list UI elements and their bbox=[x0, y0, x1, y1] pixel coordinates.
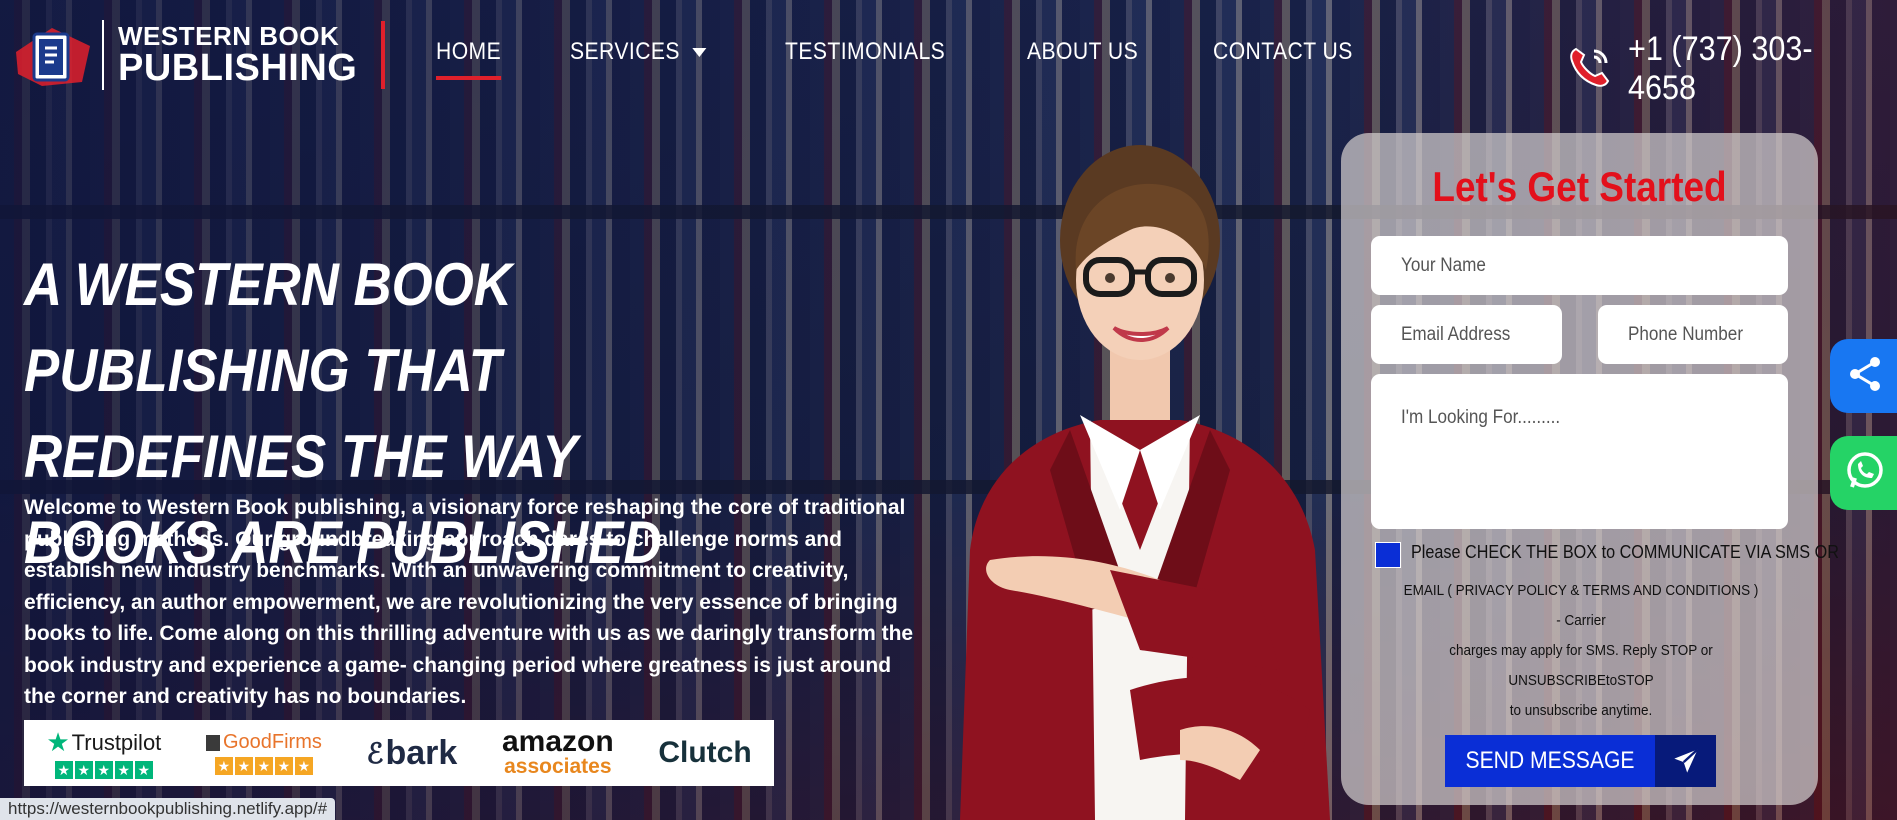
star-icon: ★ bbox=[294, 757, 313, 775]
nav-about-us[interactable]: ABOUT US bbox=[1027, 38, 1138, 66]
bark-label: bark bbox=[385, 733, 458, 772]
goodfirms-label: GoodFirms bbox=[222, 731, 322, 753]
logo-wordmark: WESTERN BOOK PUBLISHING bbox=[118, 23, 357, 87]
main-nav: HOME SERVICES TESTIMONIALS ABOUT US CONT… bbox=[436, 38, 1372, 80]
clutch-badge[interactable]: Clutch bbox=[658, 736, 751, 770]
phone-placeholder: Phone Number bbox=[1628, 323, 1744, 345]
site-logo[interactable]: WESTERN BOOK PUBLISHING bbox=[12, 20, 386, 90]
goodfirms-stars: ★ ★ ★ ★ ★ bbox=[214, 757, 313, 775]
caret-down-icon bbox=[692, 47, 707, 57]
name-input[interactable]: Your Name bbox=[1371, 236, 1788, 295]
whatsapp-icon bbox=[1843, 449, 1887, 498]
logo-line-1: WESTERN BOOK bbox=[118, 21, 340, 51]
nav-contact-us[interactable]: CONTACT US bbox=[1213, 38, 1353, 66]
logo-accent-bar bbox=[381, 21, 386, 89]
message-placeholder: I'm Looking For......... bbox=[1401, 407, 1561, 428]
phone-icon bbox=[1566, 43, 1614, 96]
star-icon: ★ bbox=[214, 757, 233, 775]
logo-book-icon bbox=[12, 22, 94, 88]
nav-home[interactable]: HOME bbox=[436, 38, 502, 80]
nav-about-label: ABOUT US bbox=[1026, 38, 1139, 65]
star-icon: ★ bbox=[134, 761, 153, 779]
nav-testimonials-label: TESTIMONIALS bbox=[784, 38, 946, 65]
send-plane-icon bbox=[1655, 735, 1716, 787]
clutch-label: Clutch bbox=[658, 736, 752, 769]
phone-link[interactable]: +1 (737) 303-4658 bbox=[1566, 30, 1897, 108]
amazon-associates-label: associates bbox=[504, 755, 612, 778]
star-icon: ★ bbox=[274, 757, 293, 775]
send-message-button[interactable]: SEND MESSAGE bbox=[1445, 735, 1716, 787]
bark-badge[interactable]: ℰ bark bbox=[367, 734, 458, 773]
sms-consent-checkbox[interactable] bbox=[1375, 542, 1401, 568]
phone-number: +1 (737) 303-4658 bbox=[1628, 30, 1813, 107]
nav-services-label: SERVICES bbox=[570, 38, 680, 65]
consent-text-line-2: EMAIL ( PRIVACY POLICY & TERMS AND CONDI… bbox=[1403, 582, 1759, 629]
whatsapp-button[interactable] bbox=[1830, 436, 1897, 510]
nav-home-label: HOME bbox=[436, 38, 502, 65]
hero-section: WESTERN BOOK PUBLISHING HOME SERVICES TE… bbox=[0, 0, 1897, 820]
contact-form: Let's Get Started Your Name Email Addres… bbox=[1341, 133, 1839, 805]
review-badges: ★ Trustpilot ★ ★ ★ ★ ★ GoodFirms ★ ★ ★ ★… bbox=[24, 720, 774, 786]
share-icon bbox=[1845, 354, 1885, 399]
trustpilot-label: Trustpilot bbox=[71, 729, 162, 755]
status-bar-url: https://westernbookpublishing.netlify.ap… bbox=[0, 798, 336, 820]
consent-text-line-4: to unsubscribe anytime. bbox=[1509, 702, 1653, 719]
consent-text-block: EMAIL ( PRIVACY POLICY & TERMS AND CONDI… bbox=[1401, 576, 1761, 726]
trustpilot-star-icon: ★ bbox=[46, 727, 70, 757]
nav-contact-label: CONTACT US bbox=[1213, 38, 1353, 65]
trustpilot-stars: ★ ★ ★ ★ ★ bbox=[54, 761, 153, 779]
amazon-associates-badge[interactable]: amazon associates bbox=[501, 725, 614, 778]
hero-person-image bbox=[930, 130, 1350, 820]
consent-text-line-3: charges may apply for SMS. Reply STOP or… bbox=[1449, 642, 1713, 689]
nav-services[interactable]: SERVICES bbox=[570, 38, 707, 66]
star-icon: ★ bbox=[114, 761, 133, 779]
star-icon: ★ bbox=[94, 761, 113, 779]
star-icon: ★ bbox=[254, 757, 273, 775]
amazon-label: amazon bbox=[501, 725, 614, 758]
star-icon: ★ bbox=[54, 761, 73, 779]
goodfirms-badge[interactable]: GoodFirms ★ ★ ★ ★ ★ bbox=[205, 731, 322, 775]
trustpilot-badge[interactable]: ★ Trustpilot ★ ★ ★ ★ ★ bbox=[46, 727, 161, 779]
email-placeholder: Email Address bbox=[1401, 323, 1511, 345]
star-icon: ★ bbox=[74, 761, 93, 779]
form-title: Let's Get Started bbox=[1432, 163, 1727, 210]
logo-line-2: PUBLISHING bbox=[118, 47, 358, 89]
bark-logo-icon: ℰ bbox=[366, 737, 384, 769]
logo-divider bbox=[102, 20, 104, 90]
share-button[interactable] bbox=[1830, 339, 1897, 413]
message-textarea[interactable]: I'm Looking For......... bbox=[1371, 374, 1788, 529]
nav-testimonials[interactable]: TESTIMONIALS bbox=[785, 38, 945, 66]
hero-intro: Welcome to Western Book publishing, a vi… bbox=[24, 496, 914, 708]
email-input[interactable]: Email Address bbox=[1371, 305, 1562, 364]
send-message-label: SEND MESSAGE bbox=[1465, 747, 1635, 774]
goodfirms-logo-icon bbox=[205, 734, 220, 751]
consent-text-line-1: Please CHECK THE BOX to COMMUNICATE VIA … bbox=[1411, 542, 1839, 562]
star-icon: ★ bbox=[234, 757, 253, 775]
phone-input[interactable]: Phone Number bbox=[1598, 305, 1788, 364]
name-placeholder: Your Name bbox=[1401, 254, 1486, 276]
